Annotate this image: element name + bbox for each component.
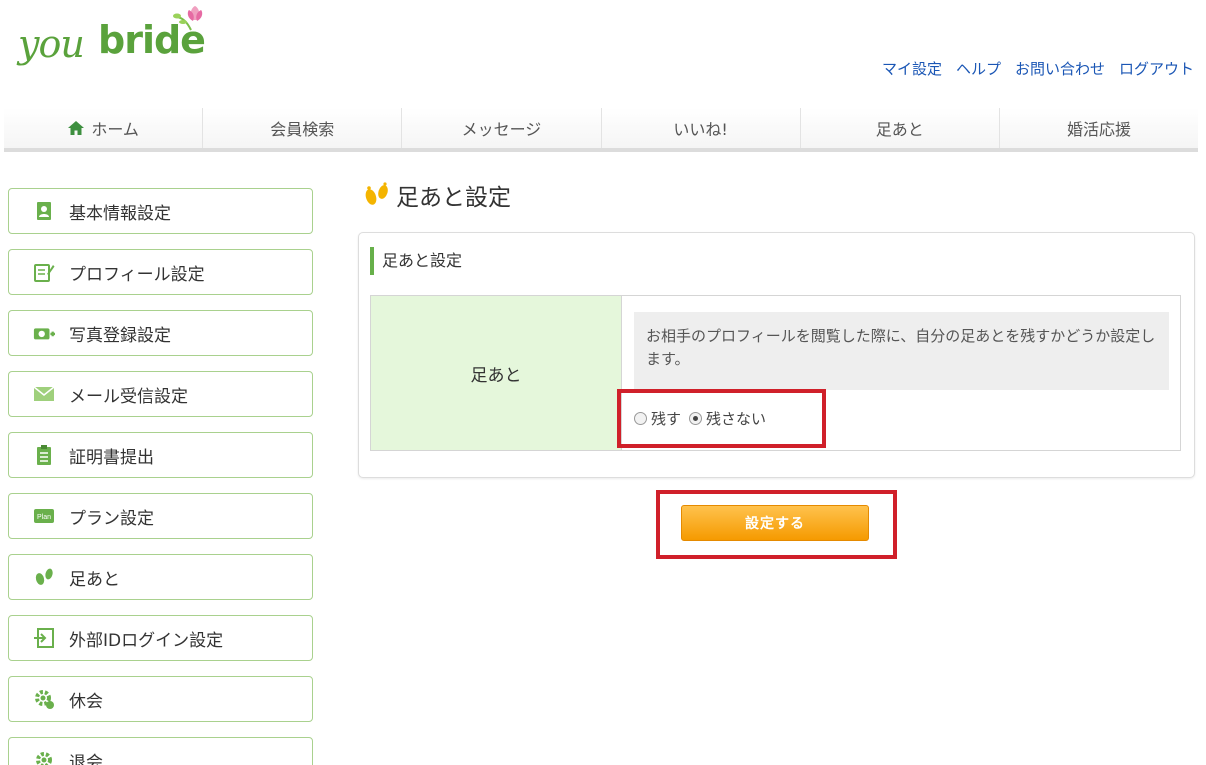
sidebar-item-label: 休会	[69, 691, 103, 712]
help-link[interactable]: ヘルプ	[956, 58, 1001, 79]
nav-item-member-search[interactable]: 会員検索	[203, 108, 403, 148]
sidebar-item-label: 写真登録設定	[69, 325, 171, 346]
page-title-text: 足あと設定	[396, 185, 511, 211]
sidebar-item-photo[interactable]: 写真登録設定	[8, 310, 313, 356]
sidebar-item-withdraw[interactable]: 退会	[8, 737, 313, 765]
submit-button[interactable]: 設定する	[681, 505, 869, 541]
highlight-box-radios	[617, 389, 826, 448]
mail-icon	[33, 383, 55, 405]
home-icon	[68, 121, 85, 135]
login-icon	[33, 627, 55, 649]
sidebar-item-label: プロフィール設定	[69, 264, 205, 285]
logo-text-you: you	[18, 22, 85, 66]
page-title: 足あと設定	[362, 178, 511, 212]
sidebar-item-certificate[interactable]: 証明書提出	[8, 432, 313, 478]
nav-label: 会員検索	[270, 120, 335, 139]
sidebar-item-label: プラン設定	[69, 508, 154, 529]
sidebar-item-label: 基本情報設定	[69, 203, 171, 224]
gear-pause-icon	[33, 688, 55, 710]
logo[interactable]: you bride	[18, 6, 238, 72]
footprints-icon	[365, 182, 388, 205]
sidebar-item-label: 足あと	[69, 569, 120, 590]
plan-icon: Plan	[33, 505, 55, 527]
nav-label: 婚活応援	[1066, 120, 1131, 139]
camera-add-icon	[33, 322, 55, 344]
sidebar-item-suspend[interactable]: 休会	[8, 676, 313, 722]
flower-icon	[173, 6, 203, 31]
sidebar-item-label: 外部IDログイン設定	[69, 630, 224, 651]
svg-text:Plan: Plan	[37, 514, 51, 521]
sidebar-item-footprints[interactable]: 足あと	[8, 554, 313, 600]
nav-label: メッセージ	[461, 120, 542, 139]
sidebar-item-label: メール受信設定	[69, 386, 188, 407]
nav-item-likes[interactable]: いいね!	[601, 108, 801, 148]
sidebar-item-plan[interactable]: Plan プラン設定	[8, 493, 313, 539]
main-nav: ホーム 会員検索 メッセージ いいね! 足あと 婚活応援	[4, 108, 1199, 152]
nav-item-support[interactable]: 婚活応援	[999, 108, 1199, 148]
sidebar-item-label: 証明書提出	[69, 447, 154, 468]
gear-icon	[33, 749, 55, 765]
setting-label-cell: 足あと	[371, 296, 622, 450]
sidebar-item-external-login[interactable]: 外部IDログイン設定	[8, 615, 313, 661]
setting-description: お相手のプロフィールを閲覧した際に、自分の足あとを残すかどうか設定します。	[634, 312, 1169, 390]
sidebar: 基本情報設定 プロフィール設定 写真登録設定 メール受信設定 証明書提出 Pla…	[8, 188, 313, 765]
sidebar-item-profile[interactable]: プロフィール設定	[8, 249, 313, 295]
sidebar-item-mail[interactable]: メール受信設定	[8, 371, 313, 417]
nav-item-home[interactable]: ホーム	[4, 108, 204, 148]
nav-item-messages[interactable]: メッセージ	[402, 108, 602, 148]
sidebar-item-label: 退会	[69, 752, 103, 765]
edit-document-icon	[33, 261, 55, 283]
top-links: マイ設定 ヘルプ お問い合わせ ログアウト	[882, 58, 1194, 79]
panel-title: 足あと設定	[370, 247, 462, 275]
sidebar-item-basic-info[interactable]: 基本情報設定	[8, 188, 313, 234]
nav-label: いいね!	[673, 120, 728, 139]
my-settings-link[interactable]: マイ設定	[882, 58, 942, 79]
nav-label: 足あと	[875, 120, 924, 139]
footprints-icon	[33, 566, 55, 588]
contact-link[interactable]: お問い合わせ	[1015, 58, 1105, 79]
nav-item-footprints[interactable]: 足あと	[800, 108, 1000, 148]
clipboard-icon	[33, 444, 55, 466]
nav-label: ホーム	[91, 120, 139, 139]
address-book-icon	[33, 200, 55, 222]
logout-link[interactable]: ログアウト	[1119, 58, 1194, 79]
